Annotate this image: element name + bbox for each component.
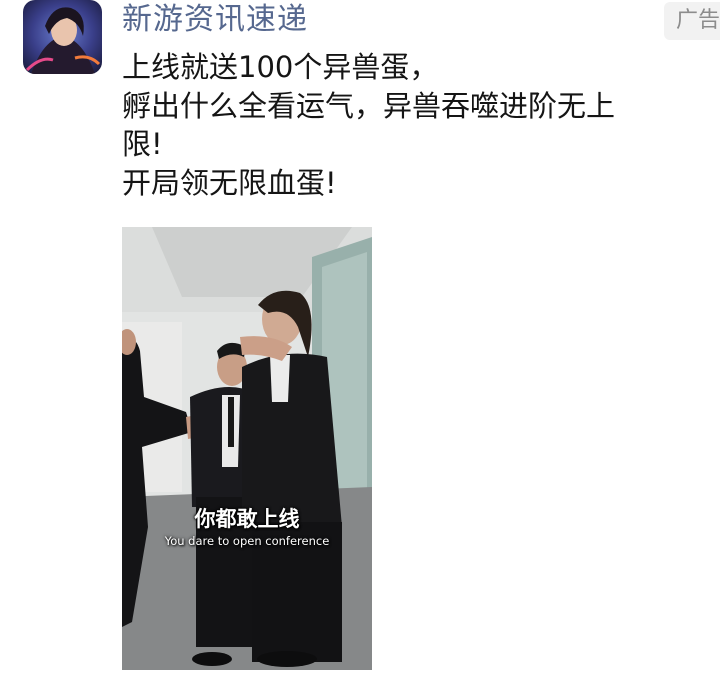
account-name[interactable]: 新游资讯速递 <box>122 1 308 39</box>
avatar-image <box>23 0 102 74</box>
post-text-line: 上线就送100个异兽蛋， <box>122 50 439 84</box>
post-text-line: 开局领无限血蛋! <box>122 165 337 200</box>
video-subtitle-chinese: 你都敢上线 <box>194 507 300 531</box>
account-avatar[interactable] <box>23 0 102 74</box>
post-text: 上线就送100个异兽蛋， 孵出什么全看运气，异兽吞噬进阶无上 限! 开局领无限血… <box>122 48 712 202</box>
post-text-line: 孵出什么全看运气，异兽吞噬进阶无上 <box>122 88 616 123</box>
post-text-line: 限! <box>122 127 163 161</box>
video-thumbnail[interactable]: 你都敢上线 You dare to open conference <box>122 227 372 670</box>
ad-badge[interactable]: 广告 <box>664 2 720 40</box>
video-subtitle-english: You dare to open conference <box>164 534 330 548</box>
video-frame-image <box>122 227 372 670</box>
